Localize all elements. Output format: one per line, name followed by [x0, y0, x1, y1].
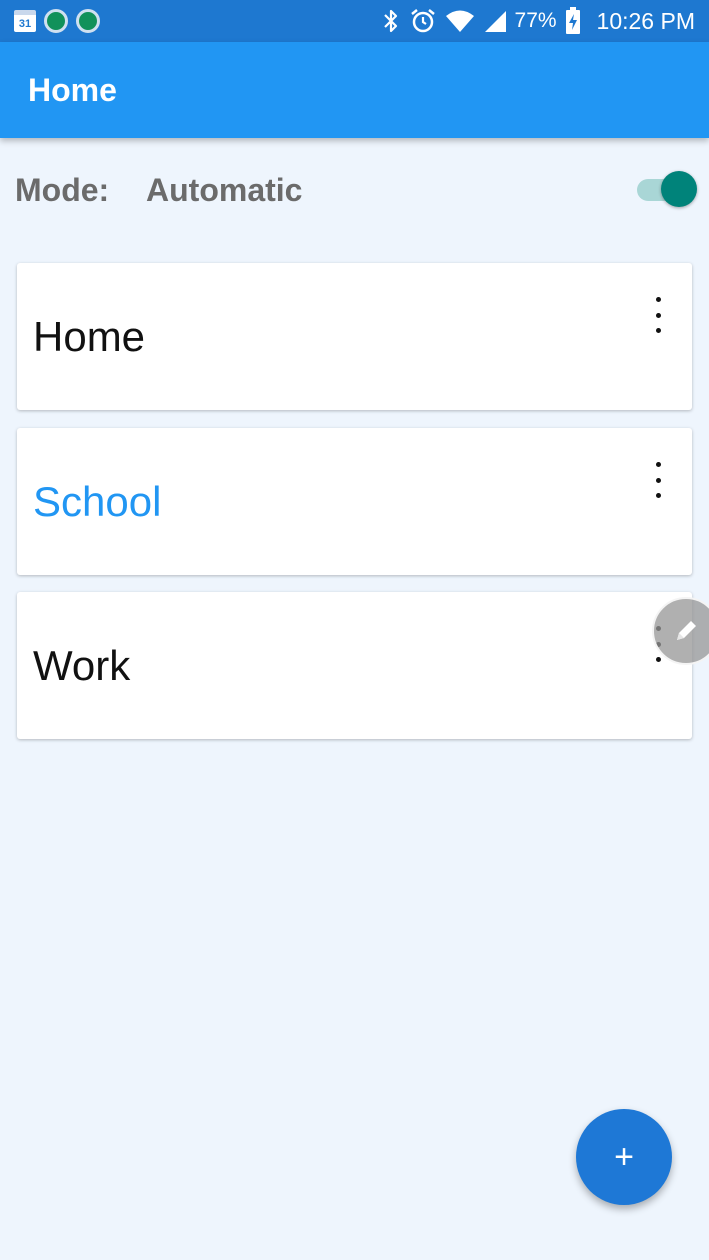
battery-percent: 77% [514, 9, 557, 32]
calendar-date: 31 [18, 18, 32, 30]
pencil-icon [677, 621, 696, 640]
mode-toggle[interactable] [637, 171, 697, 207]
place-card-work[interactable]: Work [17, 592, 692, 739]
toggle-thumb[interactable] [661, 171, 697, 207]
status-bar: 31 77% 10:26 PM [0, 0, 709, 42]
app-bar: Home [0, 42, 709, 138]
battery-charging-icon [565, 7, 580, 34]
clock: 10:26 PM [596, 7, 695, 34]
place-label: Work [33, 642, 131, 689]
status-bar-left: 31 [14, 9, 100, 33]
app-dot-icon [44, 9, 68, 33]
place-card-school[interactable]: School [17, 428, 692, 575]
place-label: School [33, 478, 162, 525]
wifi-icon [445, 10, 474, 32]
mode-row: Mode: Automatic [0, 162, 709, 218]
app-dot-icon [76, 9, 100, 33]
place-card-home[interactable]: Home [17, 263, 692, 410]
calendar-icon: 31 [14, 10, 36, 32]
bluetooth-icon [383, 9, 397, 33]
mode-label: Mode: [15, 171, 110, 208]
place-label: Home [33, 313, 146, 360]
signal-icon [484, 11, 506, 32]
more-vert-icon[interactable] [650, 462, 666, 498]
alarm-icon [410, 9, 435, 33]
mode-value: Automatic [146, 171, 303, 208]
add-place-button[interactable]: + [576, 1109, 672, 1205]
page-title: Home [28, 71, 117, 108]
more-vert-icon[interactable] [650, 297, 666, 333]
plus-icon: + [614, 1137, 634, 1176]
status-bar-right: 77% 10:26 PM [381, 7, 695, 35]
